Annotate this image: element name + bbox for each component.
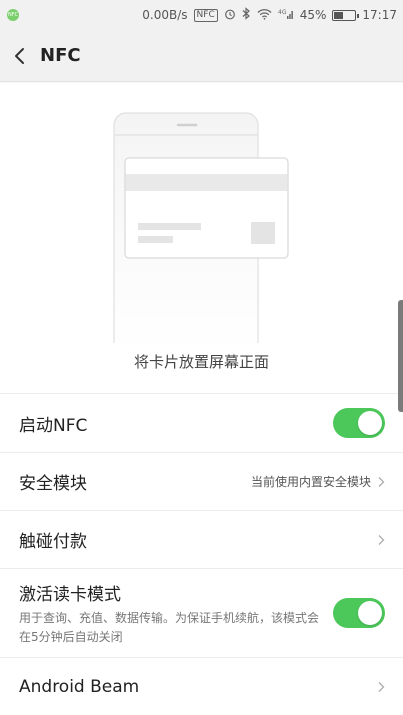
setting-android-beam[interactable]: Android Beam: [0, 657, 403, 715]
battery-icon: [332, 9, 360, 21]
chevron-right-icon: [378, 534, 385, 545]
status-bar: NFC 0.00B/s NFC 4G 45% 17:17: [0, 0, 403, 30]
setting-secure-element[interactable]: 安全模块 当前使用内置安全模块: [0, 452, 403, 510]
status-indicators: 0.00B/s NFC 4G 45% 17:17: [142, 0, 397, 30]
setting-label: 触碰付款: [19, 532, 87, 552]
phone-card-illustration: [113, 112, 289, 343]
page-title: NFC: [40, 45, 81, 66]
nfc-illustration: 将卡片放置屏幕正面: [0, 83, 403, 393]
svg-text:4G: 4G: [278, 9, 287, 16]
setting-value-group: [377, 534, 385, 546]
signal-icon: 4G: [278, 8, 294, 23]
setting-label: 启动NFC: [19, 415, 88, 436]
network-speed: 0.00B/s: [142, 8, 188, 22]
wifi-icon: [257, 8, 272, 23]
setting-value-group: [377, 681, 385, 693]
battery-percent: 45%: [299, 8, 327, 22]
reader-mode-text: 激活读卡模式 用于查询、充值、数据传输。为保证手机续航，该模式会在5分钟后自动关…: [19, 580, 319, 647]
settings-list: 启动NFC 安全模块 当前使用内置安全模块 触碰付款 激活读卡模式 用于查询、充…: [0, 393, 403, 715]
alarm-icon: [224, 8, 236, 23]
nfc-status-icon: NFC: [193, 8, 218, 22]
secure-element-value: 当前使用内置安全模块: [250, 475, 371, 489]
bluetooth-icon: [242, 7, 251, 23]
chevron-right-icon: [378, 681, 385, 692]
setting-tap-pay[interactable]: 触碰付款: [0, 510, 403, 568]
header: NFC: [0, 30, 403, 82]
nfc-notification-icon: NFC: [7, 9, 19, 21]
scrollbar[interactable]: [398, 300, 403, 412]
setting-enable-nfc[interactable]: 启动NFC: [0, 393, 403, 452]
card-outline: [124, 157, 289, 259]
setting-label: Android Beam: [19, 676, 140, 697]
placement-hint: 将卡片放置屏幕正面: [133, 353, 269, 371]
setting-label: 激活读卡模式: [19, 584, 121, 605]
toggle-knob: [358, 411, 382, 435]
reader-mode-toggle[interactable]: [333, 598, 385, 628]
chevron-left-icon[interactable]: [0, 30, 40, 82]
enable-nfc-toggle[interactable]: [333, 408, 385, 438]
setting-label: 安全模块: [19, 474, 87, 494]
setting-reader-mode[interactable]: 激活读卡模式 用于查询、充值、数据传输。为保证手机续航，该模式会在5分钟后自动关…: [0, 568, 403, 657]
toggle-knob: [358, 601, 382, 625]
clock: 17:17: [362, 8, 397, 22]
reader-mode-description: 用于查询、充值、数据传输。为保证手机续航，该模式会在5分钟后自动关闭: [19, 610, 320, 644]
chevron-right-icon: [378, 476, 385, 487]
setting-value-group: 当前使用内置安全模块: [251, 473, 385, 490]
